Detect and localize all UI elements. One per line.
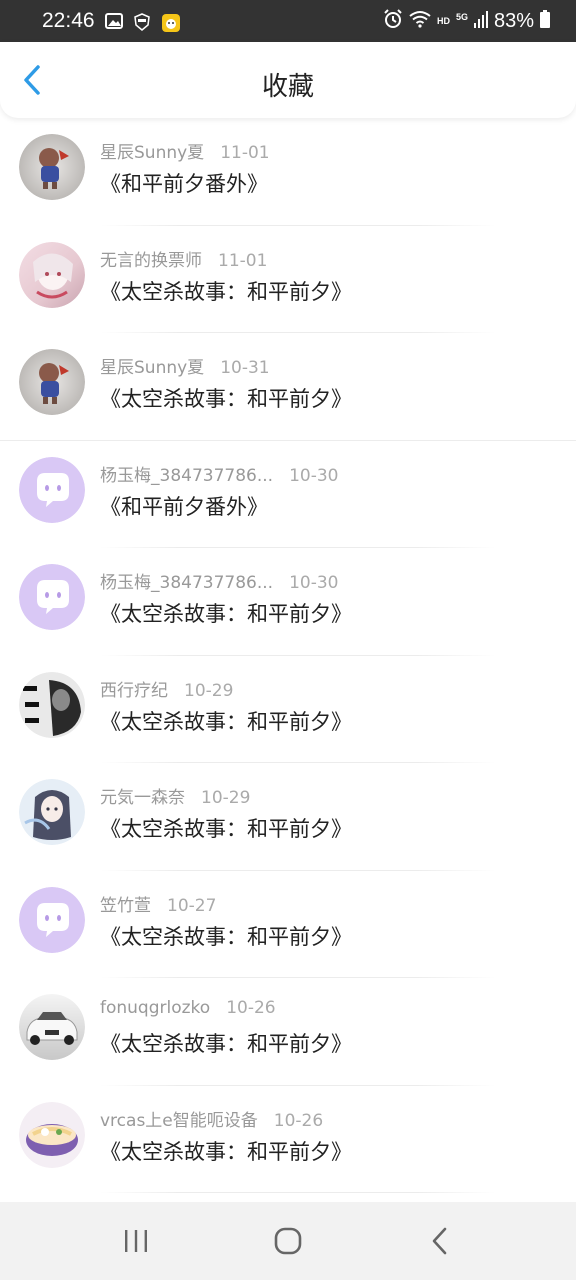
avatar[interactable] (19, 241, 85, 308)
timestamp: 11-01 (220, 143, 270, 163)
battery-icon (540, 9, 550, 33)
recent-apps-icon (125, 1230, 147, 1252)
home-button[interactable] (258, 1211, 318, 1271)
list-item[interactable]: 笠竹萱 10-27 《太空杀故事：和平前夕》 (0, 871, 576, 979)
story-title[interactable]: 《太空杀故事：和平前夕》 (100, 1136, 352, 1166)
timestamp: 10-30 (289, 573, 339, 593)
signal-icon (473, 10, 488, 33)
recent-apps-button[interactable] (106, 1211, 166, 1271)
username[interactable]: 星辰Sunny夏 (100, 353, 204, 378)
username[interactable]: 笠竹萱 (100, 891, 151, 916)
username[interactable]: 西行疗纪 (100, 676, 168, 701)
username[interactable]: 元気一森奈 (100, 783, 185, 808)
list-item[interactable]: fonuqgrlozko 10-26 《太空杀故事：和平前夕》 (0, 978, 576, 1086)
alarm-icon (383, 8, 403, 34)
app-header: 收藏 (0, 42, 576, 118)
story-title[interactable]: 《太空杀故事：和平前夕》 (100, 813, 352, 843)
avatar[interactable] (19, 779, 85, 845)
avatar[interactable] (19, 886, 85, 953)
avatar[interactable] (19, 134, 85, 200)
username[interactable]: vrcas上e智能呃设备 (100, 1106, 258, 1131)
username[interactable]: 杨玉梅_384737786... (100, 568, 273, 593)
app-notification-icon (161, 13, 180, 32)
system-back-button[interactable] (410, 1211, 470, 1271)
story-title[interactable]: 《和平前夕番外》 (100, 168, 268, 198)
avatar[interactable] (19, 671, 85, 738)
battery-percent: 83% (493, 9, 534, 32)
story-title[interactable]: 《和平前夕番外》 (100, 491, 268, 521)
list-item[interactable]: 无言的换票师 11-01 《太空杀故事：和平前夕》 (0, 226, 576, 334)
favorites-list[interactable]: 星辰Sunny夏 11-01 《和平前夕番外》 无言的换票师 11-01 《太空杀故… (0, 118, 576, 1202)
username[interactable]: 杨玉梅_384737786... (100, 461, 273, 486)
story-title[interactable]: 《太空杀故事：和平前夕》 (100, 1028, 352, 1058)
home-icon (274, 1227, 302, 1255)
timestamp: 10-30 (289, 465, 339, 486)
avatar[interactable] (19, 994, 85, 1060)
story-title[interactable]: 《太空杀故事：和平前夕》 (100, 383, 352, 413)
timestamp: 10-26 (226, 998, 276, 1018)
story-title[interactable]: 《太空杀故事：和平前夕》 (100, 598, 352, 628)
avatar[interactable] (19, 349, 85, 415)
list-item[interactable]: 杨玉梅_384737786... 10-30 《和平前夕番外》 (0, 441, 576, 549)
avatar[interactable] (19, 456, 85, 523)
network-5g-label: 5G (455, 12, 468, 22)
status-bar: 22:46 HD 5G 83% (0, 0, 576, 42)
back-icon (432, 1227, 447, 1255)
username[interactable]: 无言的换票师 (100, 246, 202, 271)
story-title[interactable]: 《太空杀故事：和平前夕》 (100, 706, 352, 736)
page-title: 收藏 (261, 72, 314, 102)
timestamp: 10-26 (273, 1110, 324, 1131)
timestamp: 10-31 (220, 358, 270, 378)
avatar[interactable] (19, 1101, 85, 1168)
avatar[interactable] (19, 564, 85, 630)
list-item[interactable]: 杨玉梅_384737786... 10-30 《太空杀故事：和平前夕》 (0, 548, 576, 656)
list-item[interactable]: 西行疗纪 10-29 《太空杀故事：和平前夕》 (0, 656, 576, 764)
timestamp: 11-01 (218, 250, 268, 271)
wifi-icon (409, 10, 431, 33)
story-title[interactable]: 《太空杀故事：和平前夕》 (100, 921, 352, 951)
timestamp: 10-29 (201, 788, 251, 808)
system-nav-bar (0, 1202, 576, 1280)
list-item[interactable]: 星辰Sunny夏 10-31 《太空杀故事：和平前夕》 (0, 333, 576, 441)
list-item[interactable]: vrcas上e智能呃设备 10-26 《太空杀故事：和平前夕》 (0, 1086, 576, 1194)
list-item[interactable]: 星辰Sunny夏 11-01 《和平前夕番外》 (0, 118, 576, 226)
story-title[interactable]: 《太空杀故事：和平前夕》 (100, 276, 352, 306)
timestamp: 10-27 (167, 895, 217, 916)
timestamp: 10-29 (184, 680, 234, 701)
status-time: 22:46 (42, 9, 95, 32)
list-item[interactable]: 元気一森奈 10-29 《太空杀故事：和平前夕》 (0, 763, 576, 871)
shield-badge-icon (133, 13, 151, 31)
username[interactable]: 星辰Sunny夏 (100, 138, 204, 163)
hd-label: HD (436, 15, 450, 26)
gallery-icon (104, 13, 123, 29)
username[interactable]: fonuqgrlozko (100, 998, 210, 1018)
